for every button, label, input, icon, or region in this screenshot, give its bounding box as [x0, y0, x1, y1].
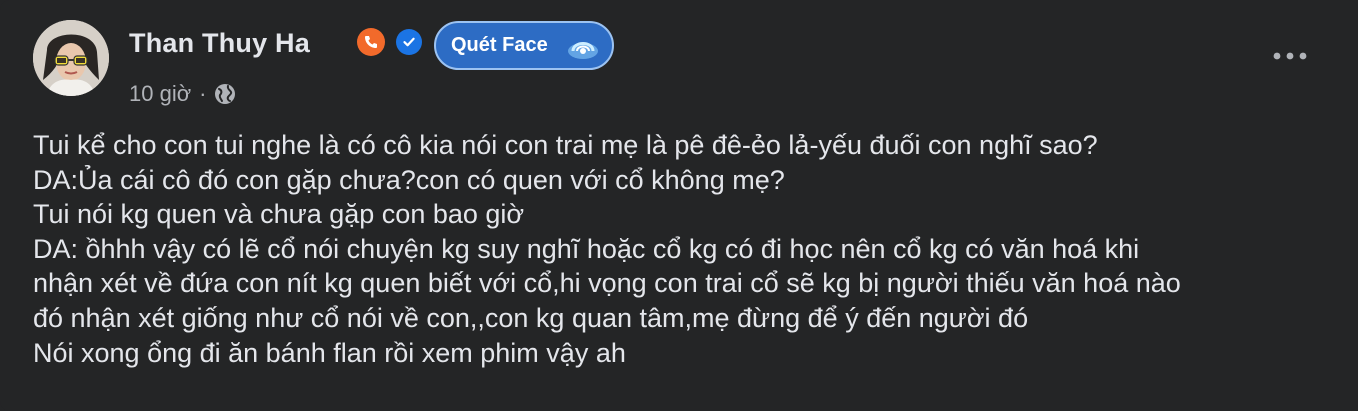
- post-card: Than Thuy Ha Quét Face 10 giờ · Tui kể c…: [0, 0, 1358, 411]
- post-line: Tui kể cho con tui nghe là có cô kia nói…: [33, 130, 1098, 160]
- avatar[interactable]: [33, 20, 109, 96]
- post-meta: 10 giờ ·: [129, 78, 236, 110]
- meta-separator: ·: [199, 81, 207, 106]
- post-body: Tui kể cho con tui nghe là có cô kia nói…: [33, 128, 1323, 370]
- verified-icon: [396, 29, 422, 55]
- author-name[interactable]: Than Thuy Ha: [129, 28, 310, 59]
- globe-icon[interactable]: [214, 83, 236, 105]
- phone-icon: [357, 28, 385, 56]
- more-options-button[interactable]: [1268, 38, 1312, 74]
- post-line: Nói xong ổng đi ăn bánh flan rồi xem phi…: [33, 337, 626, 368]
- scan-face-button[interactable]: Quét Face: [434, 21, 614, 70]
- post-line: nhận xét về đứa con nít kg quen biết với…: [33, 268, 1181, 299]
- post-line: Tui nói kg quen và chưa gặp con bao giờ: [33, 199, 525, 230]
- face-scan-icon: [568, 42, 598, 59]
- post-line: DA: ồhhh vậy có lẽ cổ nói chuyện kg suy …: [33, 233, 1140, 264]
- post-time[interactable]: 10 giờ: [129, 81, 191, 107]
- scan-face-label: Quét Face: [451, 34, 548, 56]
- more-horizontal-icon: [1273, 52, 1307, 60]
- post-line: đó nhận xét giống như cổ nói về con,,con…: [33, 302, 1029, 333]
- post-line: DA:Ủa cái cô đó con gặp chưa?con có quen…: [33, 164, 785, 195]
- avatar-image: [33, 20, 109, 96]
